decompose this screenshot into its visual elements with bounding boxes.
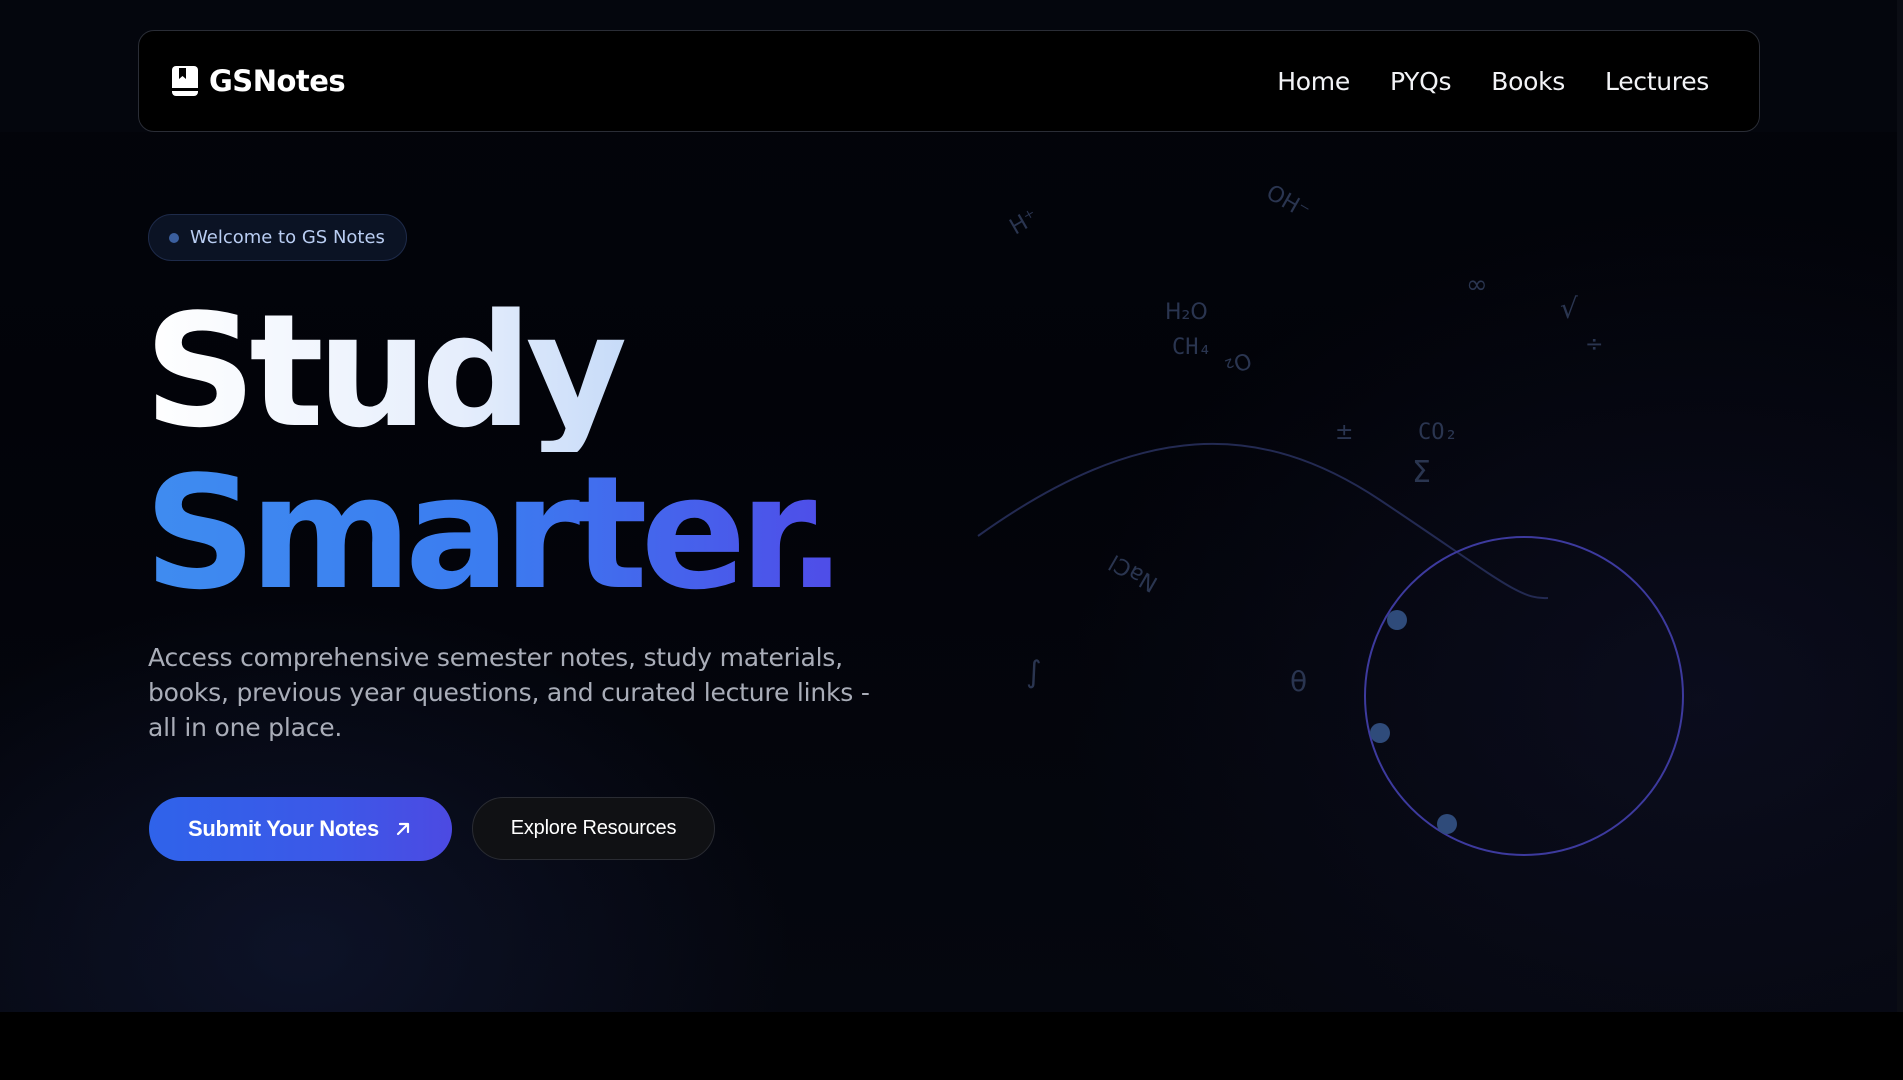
brand-name: GSNotes (209, 64, 346, 98)
deco-symbol: H₂O (1165, 300, 1208, 325)
hero-description: Access comprehensive semester notes, stu… (148, 643, 870, 742)
deco-symbol: ± (1335, 420, 1354, 445)
deco-symbol: ∫ (1026, 655, 1042, 690)
next-section-edge (0, 1012, 1903, 1080)
submit-notes-button[interactable]: Submit Your Notes (149, 797, 452, 861)
badge-text: Welcome to GS Notes (190, 227, 385, 248)
nav-link-pyqs[interactable]: PYQs (1390, 67, 1452, 96)
explore-resources-label: Explore Resources (510, 817, 677, 839)
navbar: GSNotes Home PYQs Books Lectures (138, 30, 1760, 132)
deco-symbol: θ (1290, 665, 1308, 698)
brand-logo[interactable]: GSNotes (171, 64, 346, 98)
deco-symbol: ÷ (1585, 332, 1604, 357)
explore-resources-button[interactable]: Explore Resources (472, 797, 715, 860)
deco-symbol: √ (1560, 292, 1578, 325)
submit-notes-label: Submit Your Notes (188, 816, 379, 841)
nav-links: Home PYQs Books Lectures (1277, 67, 1709, 96)
headline-line-1: Study (144, 290, 839, 452)
book-bookmark-icon (171, 65, 199, 97)
nav-link-lectures[interactable]: Lectures (1605, 67, 1709, 96)
nav-link-home[interactable]: Home (1277, 67, 1350, 96)
science-illustration: H⁺ OH⁻ H₂O O₂ CH₄ ∞ √ ÷ ± CO₂ Σ NaCl ∫ θ (960, 170, 1720, 870)
deco-symbol: ∞ (1466, 270, 1488, 300)
scrollbar-track[interactable] (1897, 0, 1903, 1012)
nav-link-books[interactable]: Books (1491, 67, 1565, 96)
welcome-badge: Welcome to GS Notes (148, 214, 407, 261)
deco-symbol: Σ (1412, 455, 1431, 490)
deco-symbol: CH₄ (1172, 335, 1212, 360)
arrow-up-right-icon (393, 819, 413, 839)
badge-dot-icon (169, 232, 179, 243)
headline-line-2: Smarter. (144, 442, 846, 624)
hero-headline: Study Smarter. (144, 290, 846, 624)
deco-symbol: CO₂ (1418, 420, 1458, 445)
orbit-graphic (977, 442, 1684, 856)
